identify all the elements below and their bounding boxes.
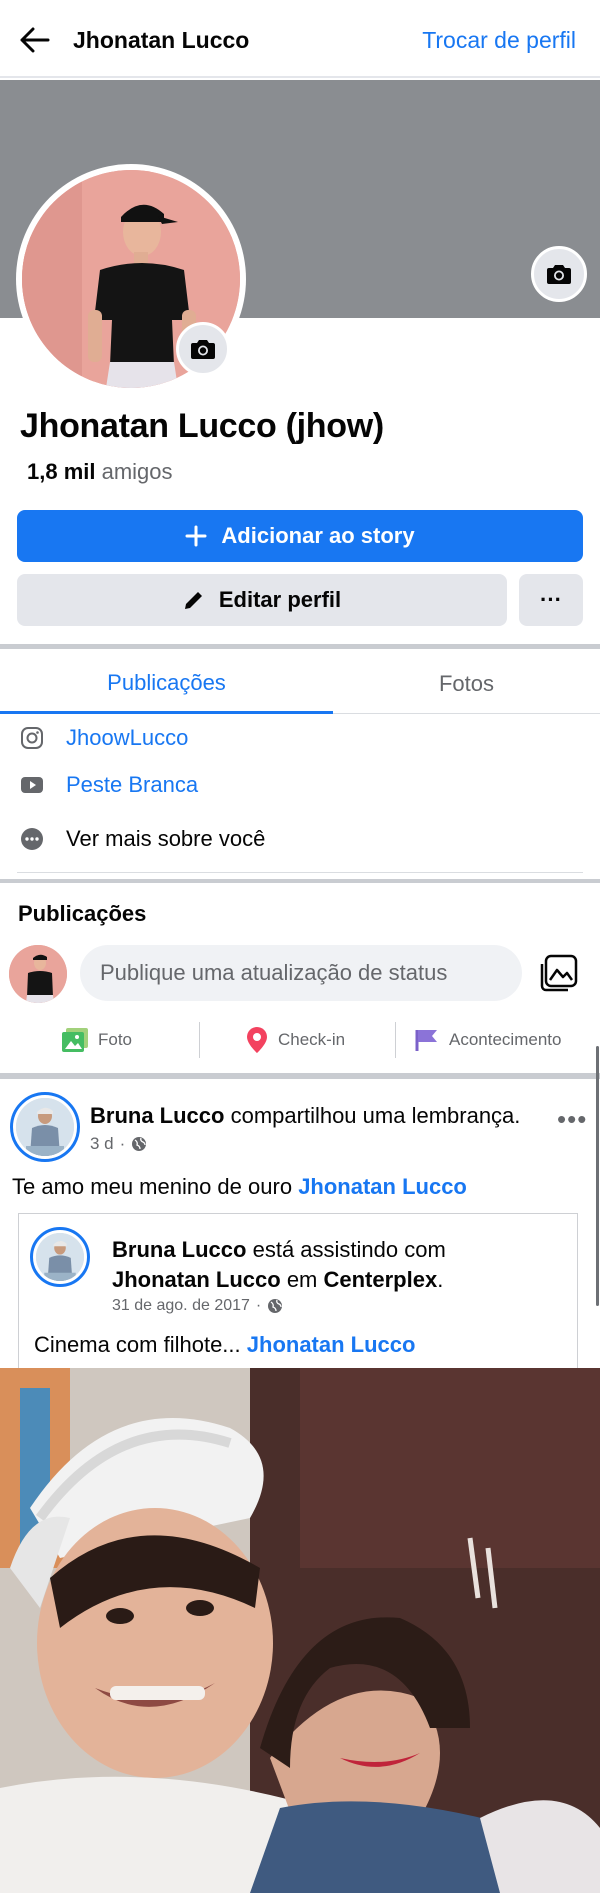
section-divider: [0, 644, 600, 649]
divider: [17, 872, 583, 873]
youtube-icon: [21, 777, 43, 793]
add-story-label: Adicionar ao story: [221, 523, 415, 548]
post-tag-link[interactable]: Jhonatan Lucco: [298, 1174, 467, 1199]
ellipsis-circle-icon: [21, 828, 43, 850]
photo-action-button[interactable]: Foto: [62, 1018, 132, 1062]
more-dots-icon: ···: [540, 587, 562, 612]
post-action-text: compartilhou uma lembrança.: [230, 1103, 521, 1128]
post-author-name[interactable]: Bruna Lucco: [90, 1103, 224, 1128]
post-options-button[interactable]: •••: [557, 1104, 587, 1135]
cover-camera-button[interactable]: [531, 246, 587, 302]
publications-heading: Publicações: [18, 901, 147, 926]
photo-gallery-icon[interactable]: [540, 954, 578, 992]
instagram-icon: [21, 727, 43, 749]
photo-action-label: Foto: [98, 1030, 133, 1049]
shared-place[interactable]: Centerplex: [324, 1267, 438, 1292]
life-event-action-label: Acontecimento: [449, 1030, 562, 1049]
flag-icon: [415, 1030, 437, 1051]
shared-caption-tag[interactable]: Jhonatan Lucco: [247, 1332, 416, 1357]
meta-dot: ·: [119, 1134, 126, 1153]
youtube-channel[interactable]: Peste Branca: [66, 772, 198, 798]
shared-author-avatar[interactable]: [30, 1227, 90, 1287]
shared-header: Bruna Lucco está assistindo com Jhonatan…: [112, 1237, 446, 1292]
profile-tabs: Publicações Fotos: [0, 654, 600, 714]
shared-action-text: está assistindo com: [252, 1237, 446, 1262]
youtube-link-row[interactable]: Peste Branca: [0, 765, 600, 805]
page-title: Jhonatan Lucco: [73, 27, 250, 53]
shared-date[interactable]: 31 de ago. de 2017: [112, 1297, 250, 1315]
post-photo[interactable]: [0, 1368, 600, 1893]
post-body: Te amo meu menino de ouro: [12, 1174, 293, 1199]
friends-count[interactable]: 1,8 mil amigos: [27, 459, 173, 485]
avatar-camera-button[interactable]: [176, 322, 230, 376]
checkin-action-button[interactable]: Check-in: [246, 1018, 345, 1062]
post-text: Te amo meu menino de ouro Jhonatan Lucco: [12, 1174, 467, 1200]
edit-profile-label: Editar perfil: [218, 587, 342, 612]
tab-fotos[interactable]: Fotos: [333, 654, 600, 714]
section-divider: [0, 1073, 600, 1079]
life-event-action-button[interactable]: Acontecimento: [415, 1018, 561, 1062]
status-input[interactable]: Publique uma atualização de status: [80, 945, 522, 1001]
shared-author-name[interactable]: Bruna Lucco: [112, 1237, 246, 1262]
action-divider: [199, 1022, 200, 1058]
location-pin-icon: [247, 1027, 267, 1053]
profile-name: Jhonatan Lucco (jhow): [20, 407, 384, 445]
more-options-button[interactable]: ···: [519, 574, 583, 626]
shared-caption-text: Cinema com filhote...: [34, 1332, 241, 1357]
add-story-button[interactable]: Adicionar ao story: [17, 510, 583, 562]
friends-label: amigos: [101, 459, 173, 484]
action-divider: [395, 1022, 396, 1058]
post-time[interactable]: 3 d: [90, 1134, 114, 1154]
meta-dot: ·: [255, 1297, 262, 1314]
photo-icon: [62, 1028, 88, 1052]
shared-meta: 31 de ago. de 2017 ·: [112, 1297, 283, 1315]
globe-icon: [132, 1137, 147, 1151]
composer-actions: Foto Check-in Acontecimento: [0, 1018, 600, 1062]
pencil-icon: [184, 592, 202, 609]
back-arrow-icon[interactable]: [20, 27, 50, 53]
scrollbar[interactable]: [596, 1046, 599, 1306]
composer-avatar[interactable]: [9, 945, 67, 1003]
instagram-username[interactable]: JhoowLucco: [66, 725, 188, 751]
camera-icon: [191, 340, 215, 359]
post-meta: 3 d ·: [90, 1134, 147, 1154]
top-bar: Jhonatan Lucco Trocar de perfil: [0, 0, 600, 78]
edit-profile-button[interactable]: Editar perfil: [17, 574, 507, 626]
post-author-avatar[interactable]: [10, 1092, 80, 1162]
more-about-label: Ver mais sobre você: [66, 826, 266, 851]
more-about-row[interactable]: Ver mais sobre você: [0, 819, 600, 859]
globe-icon: [268, 1299, 283, 1313]
section-divider: [0, 879, 600, 883]
friends-number: 1,8 mil: [27, 459, 96, 484]
shared-at-word: em: [286, 1267, 318, 1292]
shared-with-name[interactable]: Jhonatan Lucco: [112, 1267, 281, 1292]
switch-profile-link[interactable]: Trocar de perfil: [422, 27, 576, 54]
post-header: Bruna Lucco compartilhou uma lembrança.: [90, 1103, 520, 1129]
tab-publicacoes[interactable]: Publicações: [0, 654, 333, 714]
shared-caption: Cinema com filhote... Jhonatan Lucco: [34, 1332, 415, 1358]
camera-icon: [547, 265, 571, 284]
instagram-link-row[interactable]: JhoowLucco: [0, 718, 600, 758]
checkin-action-label: Check-in: [278, 1030, 346, 1049]
plus-icon: [185, 525, 207, 547]
